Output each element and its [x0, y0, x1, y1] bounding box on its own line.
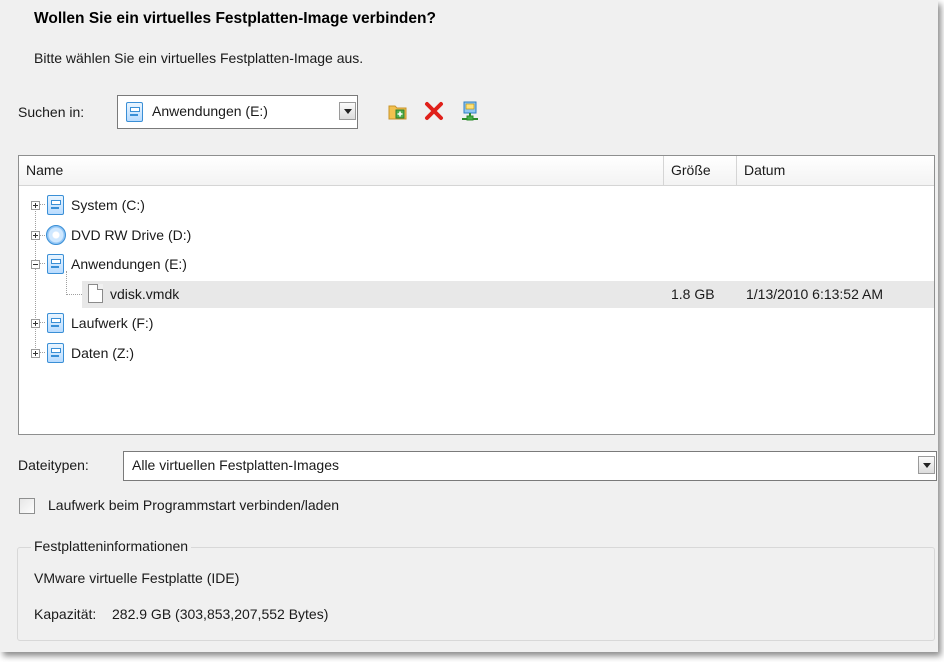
- file-list[interactable]: Name Größe Datum System (C:) DVD RW Driv…: [18, 155, 935, 435]
- collapse-icon[interactable]: [31, 260, 40, 269]
- disk-info-group: [17, 547, 935, 641]
- drive-icon: [126, 102, 143, 122]
- dialog-subtitle: Bitte wählen Sie ein virtuelles Festplat…: [34, 50, 364, 66]
- file-size: 1.8 GB: [671, 286, 715, 302]
- tree-item-label: Daten (Z:): [71, 345, 135, 361]
- column-size[interactable]: Größe: [664, 156, 737, 185]
- tree-item-system[interactable]: System (C:): [19, 191, 934, 219]
- list-item-vdisk[interactable]: vdisk.vmdk 1.8 GB 1/13/2010 6:13:52 AM: [82, 280, 934, 308]
- tree-item-label: System (C:): [71, 197, 145, 213]
- chevron-down-icon[interactable]: [339, 102, 356, 120]
- disk-type: VMware virtuelle Festplatte (IDE): [34, 570, 240, 586]
- tree-item-label: Anwendungen (E:): [71, 256, 187, 272]
- expand-icon[interactable]: [31, 349, 40, 358]
- filetype-label: Dateitypen:: [18, 457, 89, 473]
- autoconnect-label[interactable]: Laufwerk beim Programmstart verbinden/la…: [48, 497, 339, 513]
- tree-item-laufwerk[interactable]: Laufwerk (F:): [19, 309, 934, 337]
- chevron-down-icon[interactable]: [918, 456, 935, 474]
- drive-icon: [47, 195, 64, 215]
- file-date: 1/13/2010 6:13:52 AM: [746, 286, 883, 302]
- filetype-dropdown[interactable]: Alle virtuellen Festplatten-Images: [123, 451, 937, 481]
- network-drive-icon[interactable]: [459, 100, 481, 122]
- disk-info-title: Festplatteninformationen: [31, 538, 192, 554]
- mount-image-dialog: Wollen Sie ein virtuelles Festplatten-Im…: [0, 0, 938, 652]
- list-header: Name Größe Datum: [19, 156, 934, 186]
- column-name[interactable]: Name: [19, 156, 664, 185]
- cd-icon: [46, 225, 66, 245]
- lookin-dropdown[interactable]: Anwendungen (E:): [117, 95, 358, 129]
- file-name: vdisk.vmdk: [110, 286, 180, 302]
- capacity-value: 282.9 GB (303,853,207,552 Bytes): [112, 606, 329, 622]
- dialog-title: Wollen Sie ein virtuelles Festplatten-Im…: [34, 10, 436, 27]
- capacity-label: Kapazität:: [34, 606, 97, 622]
- lookin-value: Anwendungen (E:): [152, 103, 268, 119]
- autoconnect-checkbox[interactable]: [19, 498, 35, 514]
- lookin-label: Suchen in:: [18, 104, 85, 120]
- tree-item-anwendungen[interactable]: Anwendungen (E:): [19, 250, 934, 278]
- expand-icon[interactable]: [31, 231, 40, 240]
- drive-icon: [47, 343, 64, 363]
- new-folder-icon[interactable]: [387, 100, 409, 122]
- drive-icon: [47, 313, 64, 333]
- file-icon: [88, 284, 103, 303]
- expand-icon[interactable]: [31, 201, 40, 210]
- drive-icon: [47, 254, 64, 274]
- expand-icon[interactable]: [31, 319, 40, 328]
- tree-item-daten[interactable]: Daten (Z:): [19, 339, 934, 367]
- tree-item-label: Laufwerk (F:): [71, 315, 154, 331]
- column-date[interactable]: Datum: [737, 156, 934, 185]
- delete-icon[interactable]: [423, 100, 445, 122]
- tree-item-label: DVD RW Drive (D:): [71, 227, 192, 243]
- tree-item-dvd[interactable]: DVD RW Drive (D:): [19, 221, 934, 249]
- filetype-value: Alle virtuellen Festplatten-Images: [132, 457, 339, 473]
